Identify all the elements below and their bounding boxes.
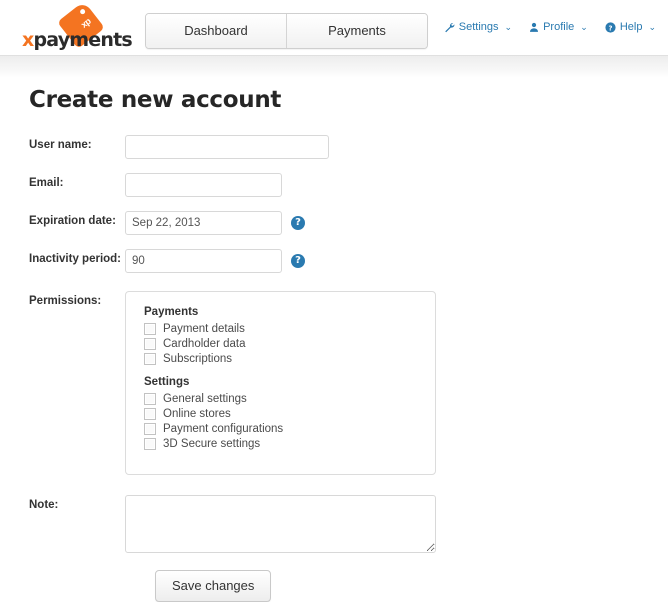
nav-tab-payments[interactable]: Payments (287, 14, 427, 48)
permission-checkbox-payment-details[interactable]: Payment details (144, 323, 435, 335)
checkbox-icon[interactable] (144, 438, 156, 450)
email-label: Email: (29, 177, 64, 189)
permission-group-title: Settings (144, 376, 190, 388)
menu-item-settings-label: Settings (458, 21, 499, 33)
permission-group-settings: Settings General settings Online stores … (144, 376, 435, 450)
checkbox-icon[interactable] (144, 323, 156, 335)
note-label: Note: (29, 499, 59, 511)
menu-item-profile[interactable]: Profile ⌄ (529, 21, 588, 33)
checkbox-icon[interactable] (144, 423, 156, 435)
permission-label: Payment details (163, 323, 245, 335)
inactivity-period-input[interactable] (125, 249, 282, 273)
menu-item-settings[interactable]: Settings ⌄ (444, 21, 512, 33)
inactivity-period-label: Inactivity period: (29, 253, 122, 265)
form-row-email: Email: (0, 173, 668, 197)
form-row-inactivity-period: Inactivity period: ? (0, 249, 668, 273)
user-icon (529, 22, 539, 33)
chevron-down-icon: ⌄ (648, 21, 656, 32)
page-content: Create new account User name: Email: Exp… (0, 87, 668, 602)
chevron-down-icon: ⌄ (580, 21, 588, 32)
permission-label: Cardholder data (163, 338, 246, 350)
username-input[interactable] (125, 135, 329, 159)
checkbox-icon[interactable] (144, 338, 156, 350)
username-label: User name: (29, 139, 92, 151)
checkbox-icon[interactable] (144, 353, 156, 365)
page-title: Create new account (29, 87, 282, 113)
permission-group-title: Payments (144, 306, 199, 318)
permission-checkbox-online-stores[interactable]: Online stores (144, 408, 435, 420)
nav-tab-dashboard[interactable]: Dashboard (146, 14, 287, 48)
permission-label: Online stores (163, 408, 231, 420)
permission-label: Subscriptions (163, 353, 233, 365)
permission-label: Payment configurations (163, 423, 284, 435)
permission-label: General settings (163, 393, 247, 405)
wrench-icon (444, 22, 455, 33)
permission-checkbox-general-settings[interactable]: General settings (144, 393, 435, 405)
main-nav: Dashboard Payments (145, 13, 428, 49)
permission-label: 3D Secure settings (163, 438, 261, 450)
inactivity-period-help-icon[interactable]: ? (291, 254, 305, 268)
permission-checkbox-subscriptions[interactable]: Subscriptions (144, 353, 435, 365)
create-account-form: User name: Email: Expiration date: ? Ina… (0, 135, 668, 602)
logo-wordmark-rest: payments (33, 29, 132, 51)
form-row-username: User name: (0, 135, 668, 159)
note-textarea[interactable] (125, 495, 436, 553)
checkbox-icon[interactable] (144, 393, 156, 405)
permission-checkbox-cardholder-data[interactable]: Cardholder data (144, 338, 435, 350)
form-row-expiration-date: Expiration date: ? (0, 211, 668, 235)
permission-checkbox-payment-configurations[interactable]: Payment configurations (144, 423, 435, 435)
expiration-date-label: Expiration date: (29, 215, 116, 227)
app-header: xp xpayments Dashboard Payments Settings… (0, 0, 668, 55)
permission-checkbox-3d-secure-settings[interactable]: 3D Secure settings (144, 438, 435, 450)
question-circle-icon: ? (605, 21, 616, 33)
permissions-label: Permissions: (29, 295, 102, 307)
expiration-date-help-icon[interactable]: ? (291, 216, 305, 230)
logo-wordmark: xpayments (22, 29, 133, 51)
save-changes-button[interactable]: Save changes (155, 570, 272, 602)
email-input[interactable] (125, 173, 282, 197)
svg-text:?: ? (608, 24, 612, 32)
menu-item-help[interactable]: ? Help ⌄ (605, 21, 656, 33)
menu-item-help-label: Help (619, 21, 643, 33)
logo-wordmark-x: x (22, 29, 34, 51)
logo[interactable]: xp xpayments (22, 1, 142, 51)
menu-item-profile-label: Profile (543, 21, 575, 33)
form-actions: Save changes (0, 570, 668, 602)
permissions-box: Payments Payment details Cardholder data… (125, 291, 436, 475)
expiration-date-input[interactable] (125, 211, 282, 235)
permission-group-payments: Payments Payment details Cardholder data… (144, 306, 435, 365)
form-row-note: Note: (0, 495, 668, 553)
checkbox-icon[interactable] (144, 408, 156, 420)
header-divider-band (0, 55, 668, 78)
chevron-down-icon: ⌄ (504, 21, 513, 32)
form-row-permissions: Permissions: Payments Payment details Ca… (0, 291, 668, 475)
user-menu: Settings ⌄ Profile ⌄ ? Help ⌄ (444, 21, 656, 33)
